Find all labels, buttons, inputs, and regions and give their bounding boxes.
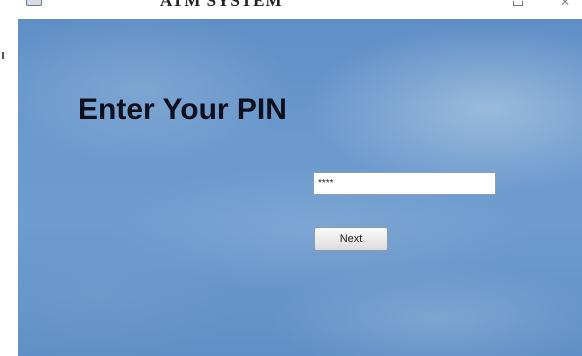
- page-title: Enter Your PIN: [78, 93, 287, 126]
- close-icon[interactable]: ✕: [560, 0, 570, 9]
- atm-pin-window: ATM SYSTEM ✕ Enter Your PIN Next: [0, 0, 582, 356]
- pin-input[interactable]: [313, 172, 496, 195]
- minimize-icon[interactable]: [513, 1, 523, 6]
- next-button[interactable]: Next: [314, 227, 388, 251]
- window-edge-mark: [2, 52, 4, 59]
- window-title-bar: ATM SYSTEM ✕: [0, 0, 582, 19]
- window-app-icon: [26, 0, 42, 6]
- pin-entry-panel: Enter Your PIN Next: [18, 19, 582, 356]
- window-title: ATM SYSTEM: [160, 0, 283, 10]
